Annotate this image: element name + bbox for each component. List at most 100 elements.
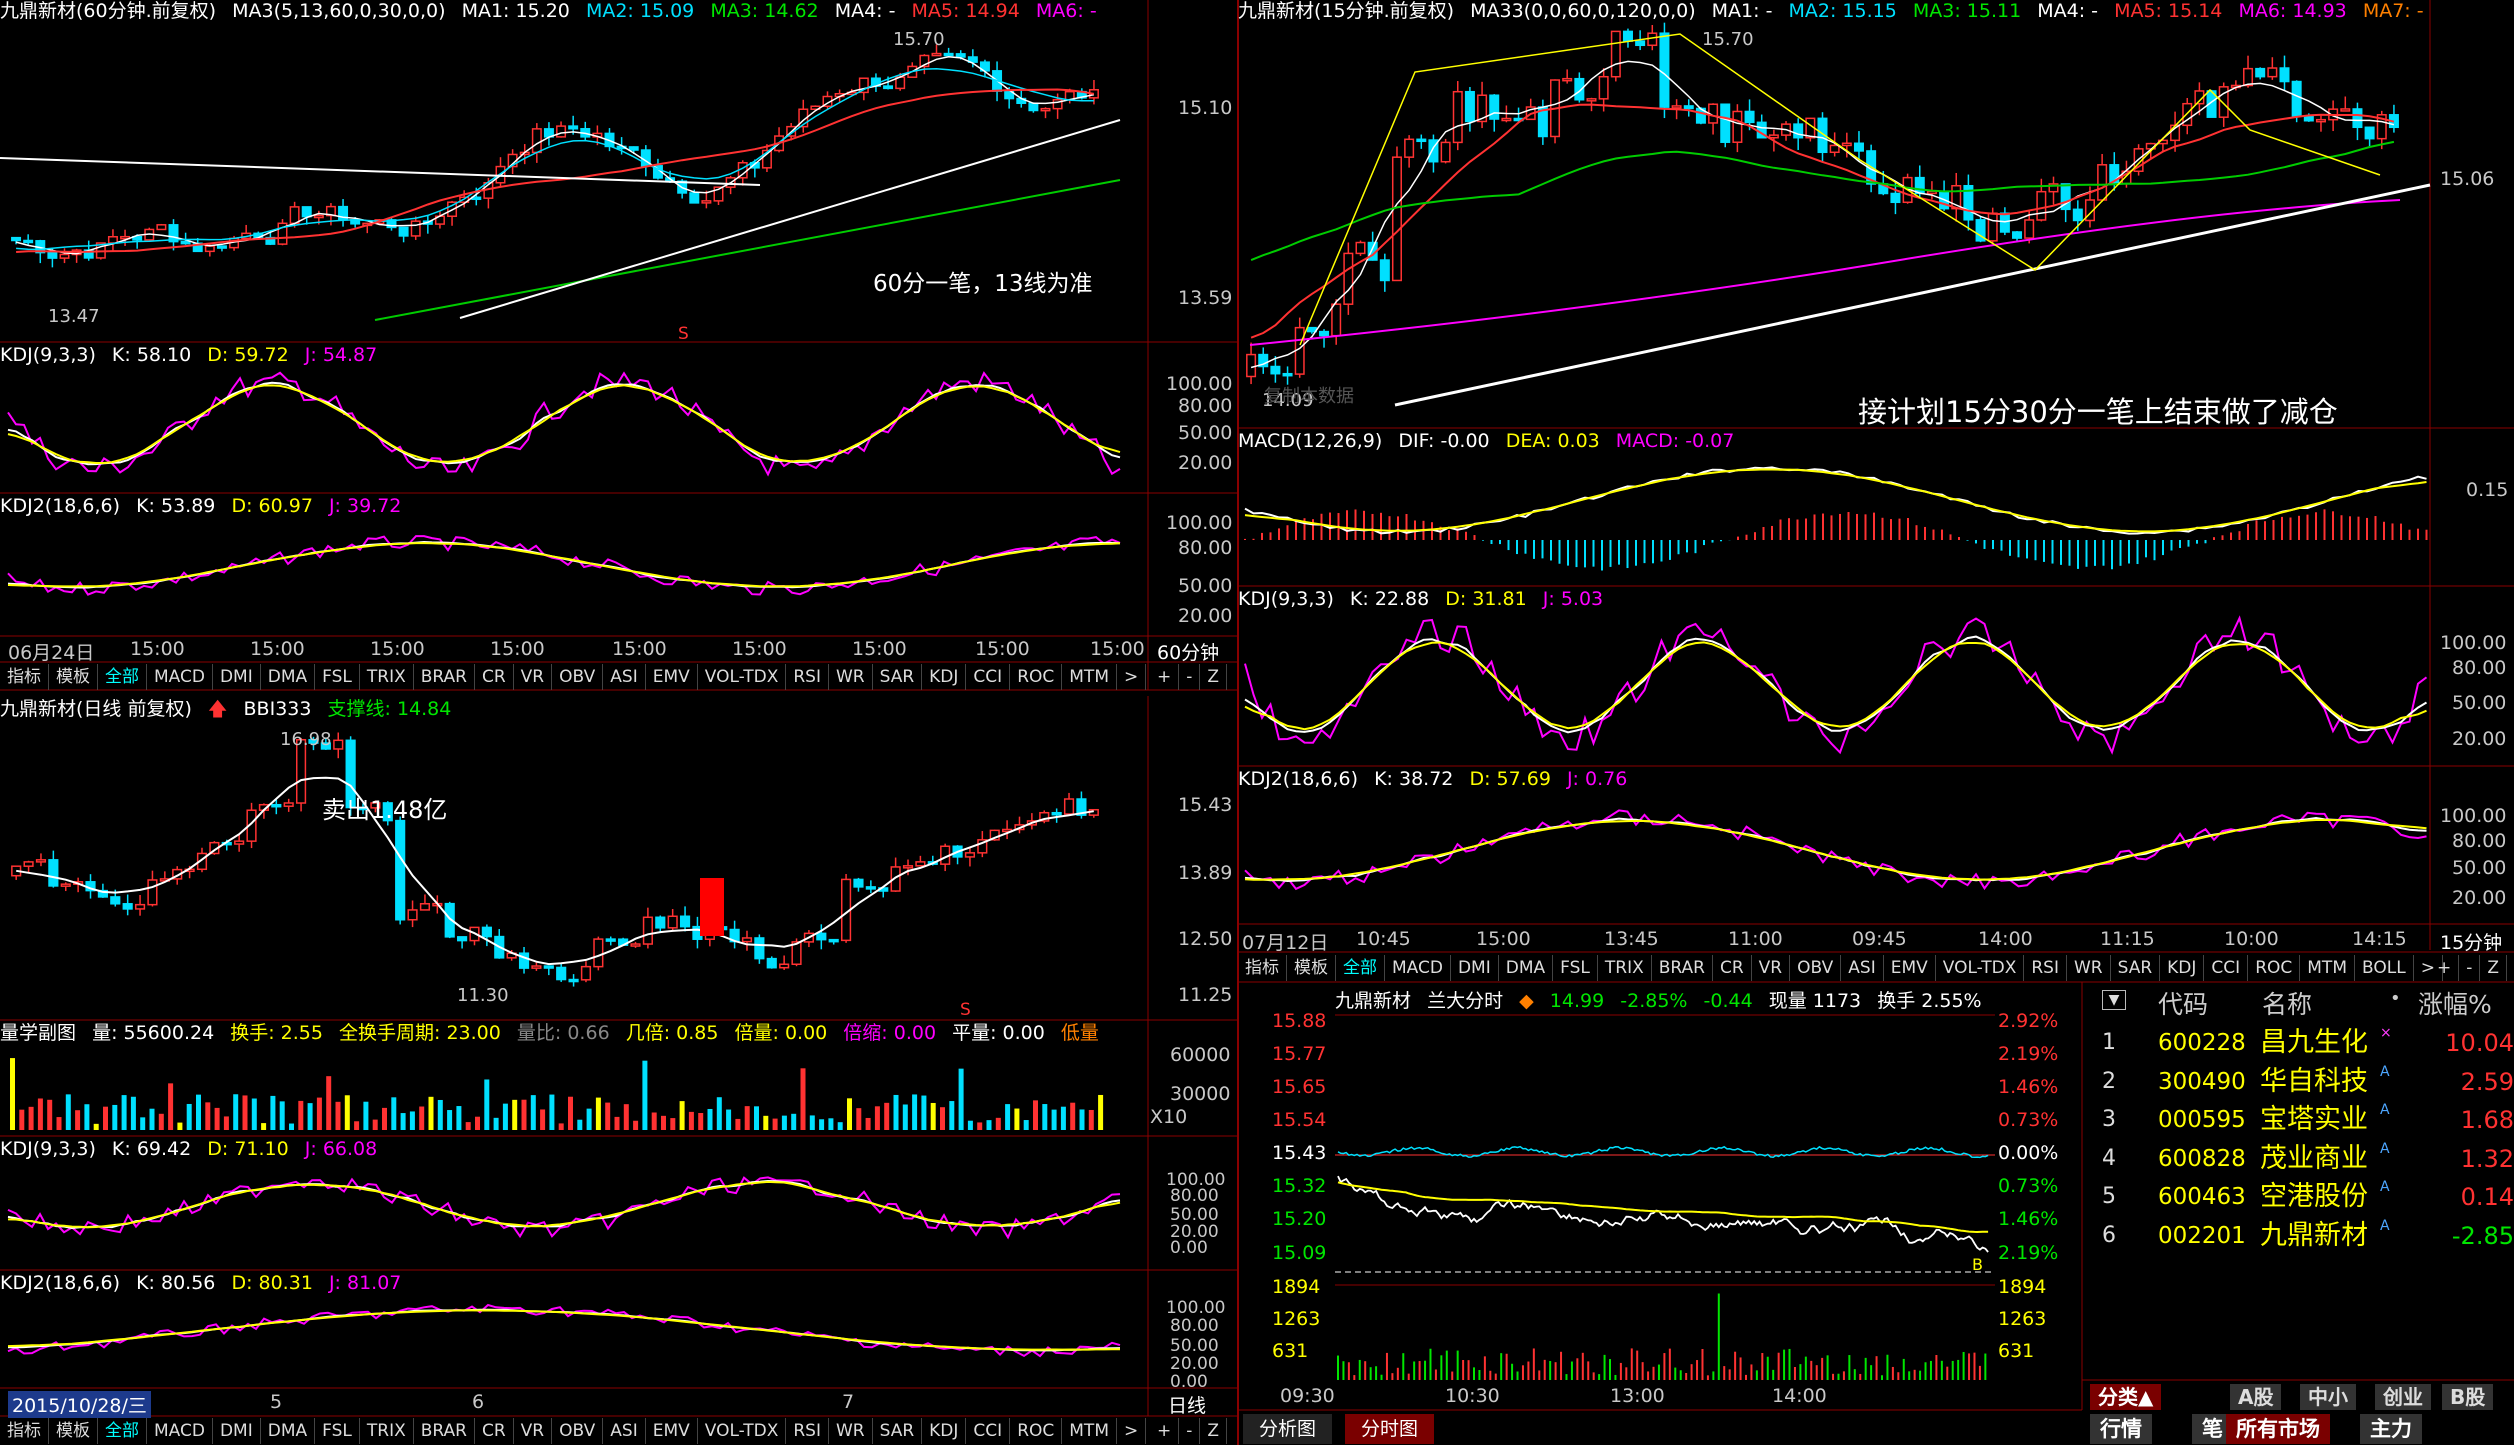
tab-ctrl-bottom-left-2[interactable]: Z <box>1200 1418 1228 1444</box>
tab-top-left-18[interactable]: KDJ <box>922 664 967 690</box>
right-15m-title[interactable]: 九鼎新材(15分钟.前复权) <box>1238 0 1454 22</box>
tab-top-left-14[interactable]: VOL-TDX <box>698 664 787 690</box>
right-macd-title[interactable]: MACD(12,26,9) <box>1238 430 1382 452</box>
left-bottom-date[interactable]: 2015/10/28/三 <box>8 1391 151 1418</box>
tab-bottom-left-2[interactable]: 全部 <box>98 1418 147 1444</box>
left-kdj-title[interactable]: KDJ(9,3,3) <box>0 1138 96 1160</box>
tab-right-17[interactable]: SAR <box>2111 955 2161 981</box>
tab-top-left-6[interactable]: FSL <box>315 664 360 690</box>
tab-right-11[interactable]: OBV <box>1790 955 1842 981</box>
watchlist-header-name[interactable]: 名称 <box>2262 985 2312 1021</box>
tab-top-left-1[interactable]: 模板 <box>49 664 98 690</box>
tab-ctrl-bottom-left-0[interactable]: + <box>1150 1418 1180 1444</box>
tab-bottom-left-6[interactable]: FSL <box>315 1418 360 1444</box>
tab-right-12[interactable]: ASI <box>1841 955 1884 981</box>
tab-right-22[interactable]: BOLL <box>2355 955 2414 981</box>
tab-top-left-11[interactable]: OBV <box>552 664 604 690</box>
watchlist-header-code[interactable]: 代码 <box>2158 985 2208 1021</box>
tab-right-2[interactable]: 全部 <box>1336 955 1385 981</box>
dropdown-icon[interactable]: ▼ <box>2102 990 2126 1010</box>
watchlist-row[interactable]: 2 300490 华自科技 A 2.59 <box>2100 1063 2514 1101</box>
tab-top-left-15[interactable]: RSI <box>786 664 829 690</box>
right-kdj2-title[interactable]: KDJ2(18,6,6) <box>1238 768 1358 790</box>
watchlist-row[interactable]: 1 600228 昌九生化 × 10.04 <box>2100 1024 2514 1062</box>
tab-right-3[interactable]: MACD <box>1385 955 1451 981</box>
tab-bottom-left-13[interactable]: EMV <box>646 1418 698 1444</box>
tab-bottom-left-8[interactable]: BRAR <box>414 1418 475 1444</box>
tab-bottom-left-14[interactable]: VOL-TDX <box>698 1418 787 1444</box>
tab-bottom-left-10[interactable]: VR <box>514 1418 553 1444</box>
watchlist-cat-tab-4[interactable]: B股 <box>2442 1384 2494 1410</box>
tab-top-left-20[interactable]: ROC <box>1010 664 1063 690</box>
tab-top-left-4[interactable]: DMI <box>213 664 261 690</box>
tab-top-left-3[interactable]: MACD <box>147 664 213 690</box>
tab-ctrl-top-left-2[interactable]: Z <box>1200 664 1228 690</box>
left-60m-title[interactable]: 九鼎新材(60分钟.前复权) <box>0 0 216 22</box>
tab-ctrl-right-0[interactable]: + <box>2430 955 2460 981</box>
tab-bottom-left-9[interactable]: CR <box>475 1418 514 1444</box>
left-60m-ma-label[interactable]: MA3(5,13,60,0,30,0,0) <box>232 0 445 22</box>
watchlist-header-chg[interactable]: 涨幅% <box>2418 985 2492 1021</box>
volume-title[interactable]: 量学副图 <box>0 1022 76 1044</box>
left-daily-title[interactable]: 九鼎新材(日线 前复权) <box>0 698 192 720</box>
tab-bottom-left-1[interactable]: 模板 <box>49 1418 98 1444</box>
tab-intraday-chart[interactable]: 分时图 <box>1345 1414 1435 1444</box>
right-15m-period[interactable]: 15分钟 <box>2440 928 2502 955</box>
tab-bottom-left-5[interactable]: DMA <box>261 1418 316 1444</box>
tab-analysis-chart[interactable]: 分析图 <box>1243 1414 1333 1444</box>
tab-top-left-17[interactable]: SAR <box>873 664 923 690</box>
tab-bottom-left-21[interactable]: MTM <box>1062 1418 1117 1444</box>
tab-ctrl-right-1[interactable]: - <box>2459 955 2481 981</box>
tab-right-4[interactable]: DMI <box>1451 955 1499 981</box>
tab-top-left-2[interactable]: 全部 <box>98 664 147 690</box>
tab-top-left-13[interactable]: EMV <box>646 664 698 690</box>
watchlist-market-tab-2[interactable]: 所有市场 <box>2226 1414 2330 1444</box>
tab-right-7[interactable]: TRIX <box>1598 955 1652 981</box>
tab-top-left-0[interactable]: 指标 <box>0 664 49 690</box>
tab-bottom-left-18[interactable]: KDJ <box>922 1418 967 1444</box>
tab-ctrl-top-left-1[interactable]: - <box>1179 664 1201 690</box>
tab-right-18[interactable]: KDJ <box>2160 955 2205 981</box>
tab-top-left-12[interactable]: ASI <box>603 664 646 690</box>
left-kdj2-title[interactable]: KDJ2(18,6,6) <box>0 1272 120 1294</box>
watchlist-row[interactable]: 3 000595 宝塔实业 A 1.68 <box>2100 1101 2514 1139</box>
tab-right-9[interactable]: CR <box>1713 955 1752 981</box>
tab-top-left-22[interactable]: > <box>1117 664 1147 690</box>
watchlist-cat-tab-3[interactable]: 创业 <box>2375 1384 2431 1410</box>
watchlist-cat-tab-1[interactable]: A股 <box>2230 1384 2282 1410</box>
tab-right-10[interactable]: VR <box>1752 955 1791 981</box>
left-60m-kdj2-title[interactable]: KDJ2(18,6,6) <box>0 495 120 517</box>
tab-right-0[interactable]: 指标 <box>1238 955 1287 981</box>
watchlist-cat-tab-0[interactable]: 分类▲ <box>2090 1384 2162 1410</box>
tab-right-14[interactable]: VOL-TDX <box>1936 955 2025 981</box>
tab-bottom-left-20[interactable]: ROC <box>1010 1418 1063 1444</box>
tab-top-left-21[interactable]: MTM <box>1062 664 1117 690</box>
tab-top-left-9[interactable]: CR <box>475 664 514 690</box>
watchlist-market-tab-0[interactable]: 行情 <box>2090 1414 2152 1444</box>
tab-right-6[interactable]: FSL <box>1553 955 1598 981</box>
tab-top-left-8[interactable]: BRAR <box>414 664 475 690</box>
watchlist-cat-tab-2[interactable]: 中小 <box>2300 1384 2356 1410</box>
tab-bottom-left-22[interactable]: > <box>1117 1418 1147 1444</box>
left-60m-kdj-title[interactable]: KDJ(9,3,3) <box>0 344 96 366</box>
tab-right-8[interactable]: BRAR <box>1652 955 1713 981</box>
tab-bottom-left-15[interactable]: RSI <box>786 1418 829 1444</box>
tab-bottom-left-16[interactable]: WR <box>829 1418 873 1444</box>
tab-bottom-left-3[interactable]: MACD <box>147 1418 213 1444</box>
tab-bottom-left-0[interactable]: 指标 <box>0 1418 49 1444</box>
tab-ctrl-bottom-left-1[interactable]: - <box>1179 1418 1201 1444</box>
watchlist-row[interactable]: 4 600828 茂业商业 A 1.32 <box>2100 1140 2514 1178</box>
tab-bottom-left-17[interactable]: SAR <box>873 1418 923 1444</box>
tab-bottom-left-12[interactable]: ASI <box>603 1418 646 1444</box>
tab-right-19[interactable]: CCI <box>2204 955 2249 981</box>
tab-ctrl-right-2[interactable]: Z <box>2480 955 2508 981</box>
watchlist-row[interactable]: 5 600463 空港股份 A 0.14 <box>2100 1178 2514 1216</box>
tab-bottom-left-19[interactable]: CCI <box>966 1418 1011 1444</box>
tab-right-15[interactable]: RSI <box>2024 955 2067 981</box>
tab-right-16[interactable]: WR <box>2067 955 2111 981</box>
tab-ctrl-top-left-0[interactable]: + <box>1150 664 1180 690</box>
tab-right-1[interactable]: 模板 <box>1287 955 1336 981</box>
tab-top-left-19[interactable]: CCI <box>966 664 1011 690</box>
tab-right-13[interactable]: EMV <box>1884 955 1936 981</box>
tab-top-left-10[interactable]: VR <box>514 664 553 690</box>
